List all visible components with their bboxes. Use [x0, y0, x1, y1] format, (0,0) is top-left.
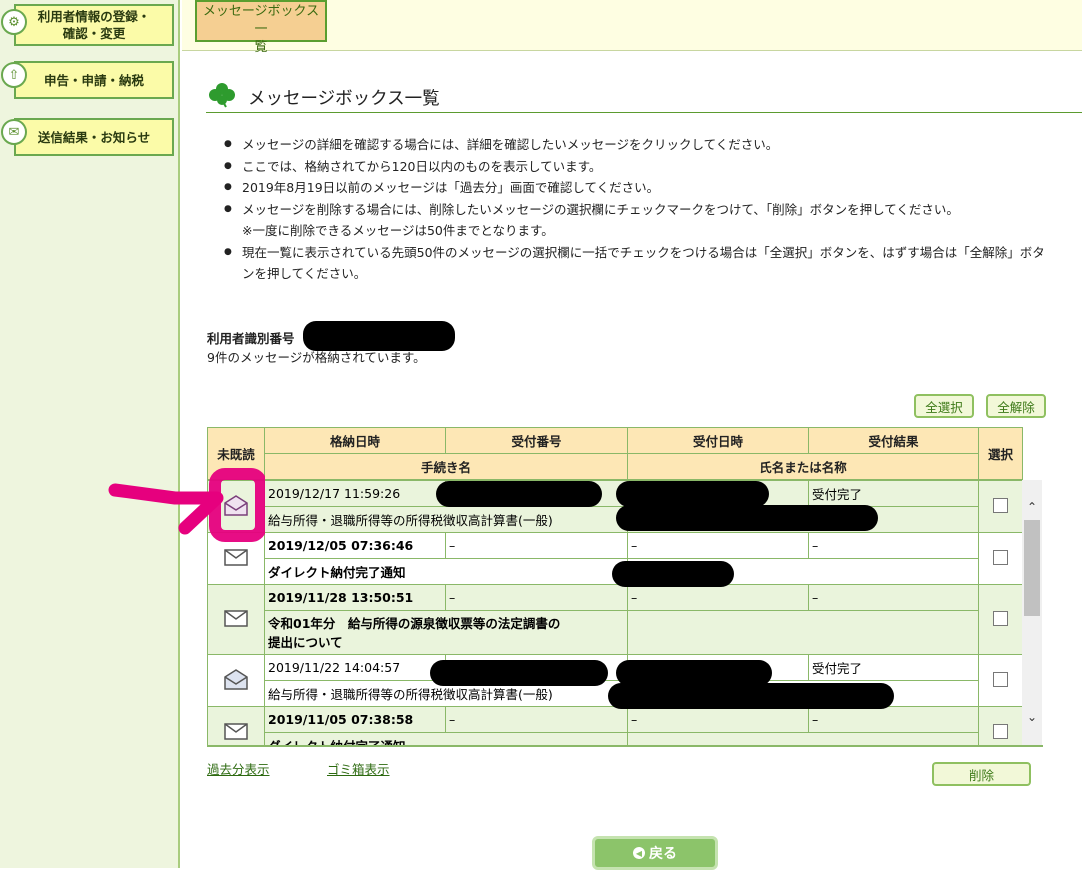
select-cell — [978, 532, 1023, 585]
annotation-arrow-icon — [108, 468, 265, 542]
received-at-cell: – — [627, 584, 809, 611]
note-item: メッセージを削除する場合には、削除したいメッセージの選択欄にチェックマークをつけ… — [222, 199, 1082, 242]
result-cell: 受付完了 — [808, 654, 979, 681]
note-subline: ンを押してください。 — [242, 266, 367, 281]
column-header-procedure: 手続き名 — [264, 453, 628, 480]
back-button-label: 戻る — [649, 846, 677, 862]
procedure-cell: 給与所得・退職所得等の所得税徴収高計算書(一般) — [264, 506, 628, 533]
column-header-receipt-no: 受付番号 — [445, 427, 628, 454]
note-item: メッセージの詳細を確認する場合には、詳細を確認したいメッセージをクリックしてくだ… — [222, 134, 1082, 156]
table-row[interactable]: 2019/11/28 13:50:51 – – – — [207, 584, 1023, 655]
unread-cell — [207, 706, 265, 745]
procedure-cell: 令和01年分 給与所得の源泉徴収票等の法定調書の 提出について — [264, 610, 628, 655]
trash-link[interactable]: ゴミ箱表示 — [327, 759, 390, 778]
procedure-cell: ダイレクト納付完了通知 — [264, 558, 628, 585]
column-header-stored-at: 格納日時 — [264, 427, 446, 454]
sidebar-item-label: 申告・申請・納税 — [43, 72, 144, 88]
redaction — [616, 481, 769, 507]
column-header-result: 受付結果 — [808, 427, 979, 454]
note-item: ここでは、格納されてから120日以内のものを表示しています。 — [222, 156, 1082, 178]
receipt-no-cell: – — [445, 532, 628, 559]
stored-at-cell: 2019/12/17 11:59:26 — [264, 480, 446, 507]
sidebar-item-user-info[interactable]: 利用者情報の登録・ 確認・変更 — [14, 4, 174, 46]
redaction — [608, 683, 894, 709]
sidebar-item-results[interactable]: 送信結果・お知らせ — [14, 118, 174, 156]
sidebar: 利用者情報の登録・ 確認・変更 ⚙ 申告・申請・納税 ⇧ 送信結果・お知らせ ✉ — [0, 0, 180, 868]
procedure-cell: ダイレクト納付完了通知 — [264, 732, 628, 745]
receipt-no-cell: – — [445, 584, 628, 611]
mail-icon: ✉ — [1, 119, 27, 145]
redaction — [616, 505, 878, 531]
name-cell — [627, 610, 979, 655]
unread-cell — [207, 654, 265, 707]
column-header-received-at: 受付日時 — [627, 427, 809, 454]
table-row-sub[interactable]: 令和01年分 給与所得の源泉徴収票等の法定調書の 提出について — [208, 610, 1023, 655]
page-title-row: メッセージボックス一覧 — [206, 80, 1082, 113]
row-checkbox[interactable] — [993, 610, 1008, 626]
table-row[interactable]: 2019/12/05 07:36:46 – – – — [207, 532, 1023, 585]
table-row-sub[interactable]: ダイレクト納付完了通知 — [208, 732, 1023, 745]
envelope-open-icon — [224, 669, 248, 690]
chevron-up-icon[interactable]: ⌃ — [1022, 498, 1042, 516]
scrollbar-thumb[interactable] — [1024, 520, 1040, 616]
row-checkbox[interactable] — [993, 549, 1008, 565]
column-header-name: 氏名または名称 — [627, 453, 979, 480]
stored-at-cell: 2019/11/22 14:04:57 — [264, 654, 446, 681]
name-cell — [627, 732, 979, 745]
received-at-cell: – — [627, 532, 809, 559]
table-scrollbar[interactable]: ⌃ ⌄ — [1022, 480, 1042, 745]
redaction — [612, 561, 734, 587]
row-checkbox[interactable] — [993, 497, 1008, 513]
received-at-cell: – — [627, 706, 809, 733]
sidebar-item-label: 利用者情報の登録・ 確認・変更 — [37, 9, 151, 41]
select-cell — [978, 706, 1023, 745]
row-checkbox[interactable] — [993, 723, 1008, 739]
redaction — [430, 660, 608, 686]
upload-icon: ⇧ — [1, 62, 27, 88]
select-all-button[interactable]: 全選択 — [914, 394, 974, 418]
unread-cell — [207, 584, 265, 655]
gear-icon: ⚙ — [1, 9, 27, 35]
table-row-sub[interactable]: 給与所得・退職所得等の所得税徴収高計算書(一般) — [208, 506, 1023, 533]
select-cell — [978, 654, 1023, 707]
back-button[interactable]: ◀ 戻る — [592, 836, 718, 870]
envelope-closed-icon — [224, 723, 248, 740]
table-row[interactable]: 2019/11/22 14:04:57 受付完了 — [207, 654, 1023, 707]
result-cell: – — [808, 706, 979, 733]
note-item: 現在一覧に表示されている先頭50件のメッセージの選択欄に一括でチェックをつける場… — [222, 242, 1082, 285]
clover-icon — [209, 83, 235, 108]
delete-button[interactable]: 削除 — [932, 762, 1031, 786]
tab-message-box[interactable]: メッセージボックス一覧 — [195, 0, 327, 55]
column-header-select: 選択 — [978, 427, 1023, 480]
note-subline: ※一度に削除できるメッセージは50件までとなります。 — [242, 223, 554, 238]
table-row[interactable]: 2019/12/17 11:59:26 受付完了 — [207, 480, 1023, 533]
envelope-closed-icon — [224, 610, 248, 627]
result-cell: 受付完了 — [808, 480, 979, 507]
message-count: 9件のメッセージが格納されています。 — [207, 350, 426, 365]
sidebar-item-filing[interactable]: 申告・申請・納税 — [14, 61, 174, 99]
back-arrow-icon: ◀ — [633, 847, 645, 859]
envelope-closed-icon — [224, 549, 248, 566]
table-row[interactable]: 2019/11/05 07:38:58 – – – — [207, 706, 1023, 745]
top-bar: メッセージボックス一覧 — [182, 0, 1082, 55]
user-id-label: 利用者識別番号 — [207, 331, 295, 346]
receipt-no-cell: – — [445, 706, 628, 733]
row-checkbox[interactable] — [993, 671, 1008, 687]
sidebar-item-label: 送信結果・お知らせ — [37, 129, 151, 145]
result-cell: – — [808, 584, 979, 611]
page-title: メッセージボックス一覧 — [248, 89, 440, 109]
stored-at-cell: 2019/11/28 13:50:51 — [264, 584, 446, 611]
stored-at-cell: 2019/11/05 07:38:58 — [264, 706, 446, 733]
redaction — [436, 481, 602, 507]
select-cell — [978, 480, 1023, 533]
instructions-list: メッセージの詳細を確認する場合には、詳細を確認したいメッセージをクリックしてくだ… — [222, 134, 1082, 285]
result-cell: – — [808, 532, 979, 559]
select-cell — [978, 584, 1023, 655]
chevron-down-icon[interactable]: ⌄ — [1022, 708, 1042, 726]
stored-at-cell: 2019/12/05 07:36:46 — [264, 532, 446, 559]
note-item: 2019年8月19日以前のメッセージは「過去分」画面で確認してください。 — [222, 177, 1082, 199]
message-table-header: 未既読 格納日時 受付番号 受付日時 受付結果 選択 手続き名 氏名または名称 — [207, 427, 1023, 480]
past-messages-link[interactable]: 過去分表示 — [207, 759, 270, 778]
deselect-all-button[interactable]: 全解除 — [986, 394, 1046, 418]
